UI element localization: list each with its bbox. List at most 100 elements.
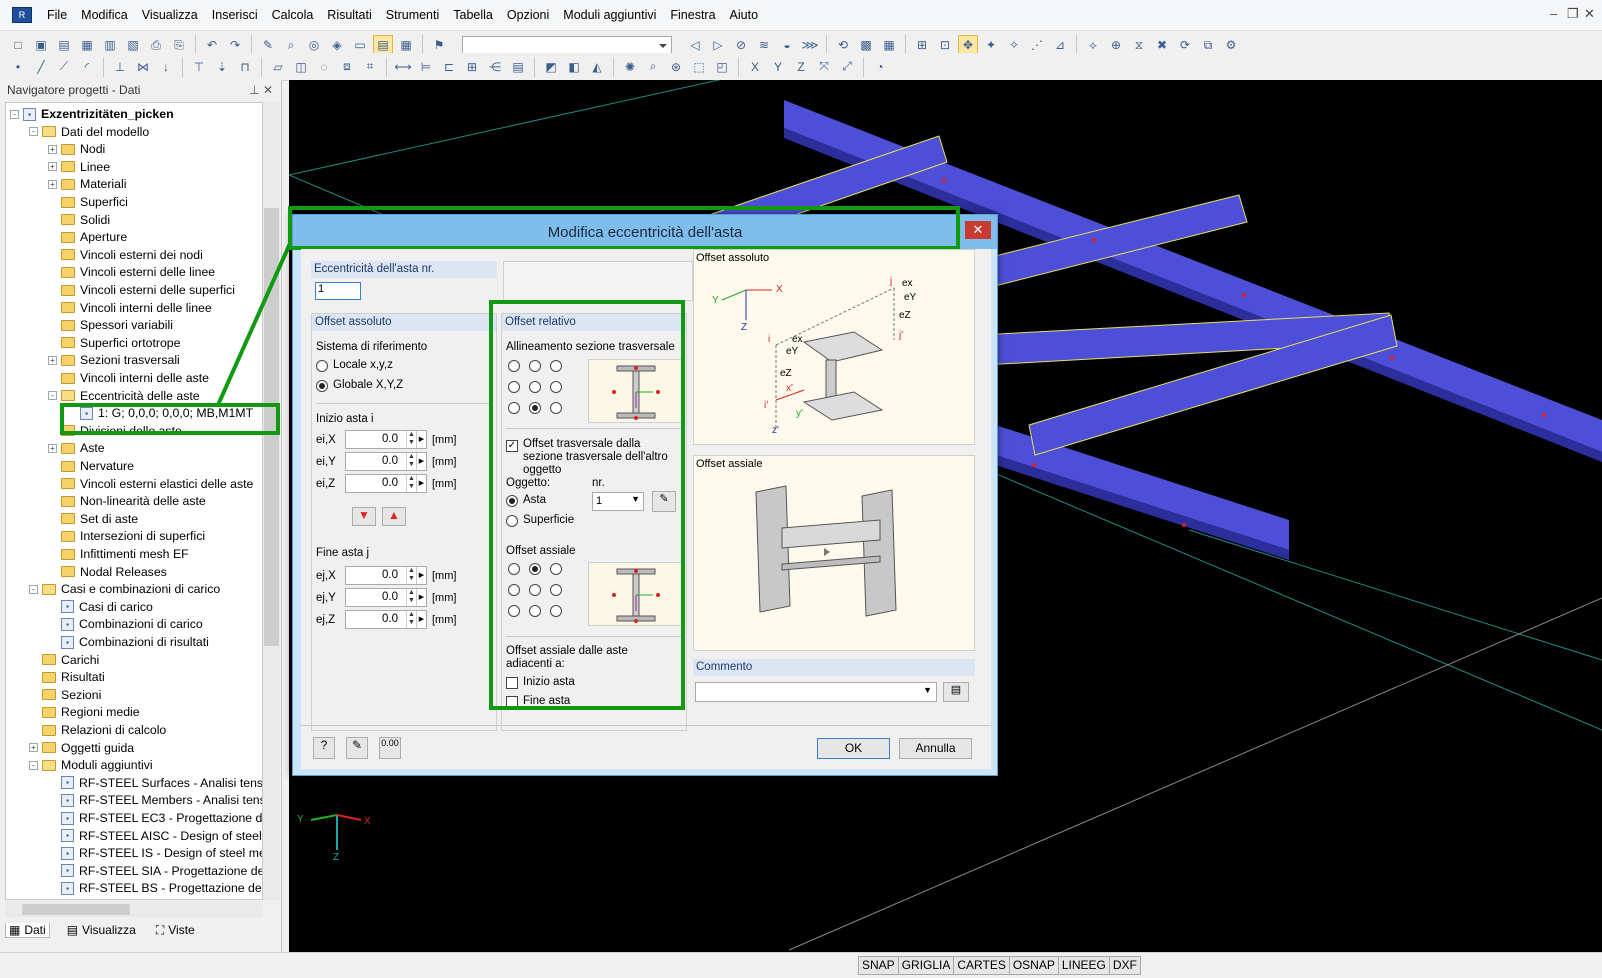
table-icon[interactable]: ▦ [879,35,899,55]
comment-input[interactable]: ▼ [695,682,937,702]
expand-icon[interactable]: + [29,743,38,753]
tree-item[interactable]: ▪ RF-STEEL BS - Progettazione delle aste [48,879,262,897]
hinge-icon[interactable]: ⋈ [133,57,153,77]
menu-tools[interactable]: Strumenti [379,0,447,31]
results-icon[interactable]: ⊘ [731,35,751,55]
solid-icon[interactable]: ◫ [291,57,311,77]
tree-item[interactable]: Vincoli esterni delle linee [48,263,215,281]
ecc-number-input[interactable]: 1 [315,282,361,300]
table-edit-icon[interactable]: ▤ [508,57,528,77]
ej-y-input[interactable]: 0.0 ▲ ▼ ▶ [345,588,427,607]
member-icon[interactable]: ⊤ [189,57,209,77]
collapse-icon[interactable]: - [48,391,57,401]
open-file-icon[interactable]: ▣ [31,35,51,55]
tree-item[interactable]: ▪ RF-STEEL IS - Design of steel members [48,844,262,862]
copy-up-button[interactable]: ▲ [382,507,406,526]
rotate-icon[interactable]: ⊕ [1106,35,1126,55]
frame-icon[interactable]: ⊓ [235,57,255,77]
tree-item[interactable]: Spessori variabili [48,316,173,334]
tree-item[interactable]: Sezioni [29,686,101,704]
menu-options[interactable]: Opzioni [500,0,556,31]
member-load-icon[interactable]: ⇣ [212,57,232,77]
surface-icon[interactable]: ⊿ [1050,35,1070,55]
previous-icon[interactable]: ◁ [685,35,705,55]
tree-item[interactable]: ▪ RF-STEEL Members - Analisi tensionali [48,791,262,809]
spread-icon[interactable]: ⋲ [485,57,505,77]
dialog-close-button[interactable]: ✕ [965,221,991,239]
comment-library-button[interactable]: ▤ [943,682,969,702]
polyline-icon[interactable]: ⟋ [54,57,74,77]
collapse-icon[interactable]: - [29,760,38,770]
tree-item[interactable]: Aperture [48,228,127,246]
zoom-extents-icon[interactable]: ⤢ [837,57,857,77]
load-case-icon[interactable]: ⚑ [429,35,449,55]
node-icon[interactable]: ✧ [1004,35,1024,55]
save-all-icon[interactable]: ▦ [77,35,97,55]
tree-item[interactable]: Risultati [29,668,105,686]
zoom-window-icon[interactable]: ⌕ [643,57,663,77]
undo-icon[interactable]: ↶ [202,35,222,55]
toggle-snap[interactable]: SNAP [858,956,899,975]
app-logo-icon[interactable]: R [12,7,32,23]
visibility-icon[interactable]: ◔ [870,57,890,77]
tree-item[interactable]: Vincoli interni delle aste [48,369,209,387]
zoom-all-icon[interactable]: ⊛ [666,57,686,77]
close-icon[interactable]: ✕ [1584,6,1595,22]
tree-item[interactable]: Superfici [48,193,128,211]
ej-x-input[interactable]: 0.0 ▲ ▼ ▶ [345,566,427,585]
expand-icon[interactable]: ▶ [416,431,426,448]
color-icon[interactable]: ◭ [587,57,607,77]
view-icon[interactable]: ◒ [777,35,797,55]
expand-icon[interactable]: ▶ [416,611,426,628]
menu-edit[interactable]: Modifica [74,0,135,31]
line-insert-icon[interactable]: ╱ [31,57,51,77]
node-insert-icon[interactable]: • [8,57,28,77]
toggle-grid[interactable]: GRIGLIA [897,956,955,975]
calc-icon[interactable]: ⟲ [833,35,853,55]
spin-arrows-icon[interactable]: ▲ ▼ [406,431,416,448]
group-icon[interactable]: ⊞ [462,57,482,77]
menu-help[interactable]: Aiuto [723,0,766,31]
tree-item[interactable]: ▪ RF-STEEL AISC - Design of steel members [48,827,262,845]
tree-item[interactable]: Nodal Releases [48,563,167,581]
toggle-lineeg[interactable]: LINEEG [1057,956,1110,975]
support-icon[interactable]: ⊥ [110,57,130,77]
menu-view[interactable]: Visualizza [135,0,205,31]
tab-display[interactable]: ▤ Visualizza [64,923,139,937]
tree-item[interactable]: ▪ RF-STEEL Surfaces - Analisi tensionali [48,774,262,792]
values-icon[interactable]: ⋙ [800,35,820,55]
render-icon[interactable]: ◧ [564,57,584,77]
axis-y-icon[interactable]: Y [768,57,788,77]
tab-data[interactable]: ▦ Dati [5,922,50,938]
spin-arrows-icon[interactable]: ▲ ▼ [406,567,416,584]
tree-item[interactable]: ▪ RF-STEEL EC3 - Progettazione degli [48,809,262,827]
ei-x-input[interactable]: 0.0 ▲ ▼ ▶ [345,430,427,449]
redo-icon[interactable]: ↷ [225,35,245,55]
tree-item[interactable]: - ▪ Exzentrizitäten_picken [10,105,174,123]
help-button[interactable]: ? [313,737,335,759]
opening-icon[interactable]: ◌ [314,57,334,77]
tree-item[interactable]: + Aste [48,439,105,457]
ej-z-input[interactable]: 0.0 ▲ ▼ ▶ [345,610,427,629]
tree-item[interactable]: - Dati del modello [29,123,149,141]
expand-icon[interactable]: + [48,355,57,365]
tree-item[interactable]: Set di aste [48,510,138,528]
select-grid-icon[interactable]: ⊞ [912,35,932,55]
mirror-icon[interactable]: ⧖ [1129,35,1149,55]
spin-arrows-icon[interactable]: ▲ ▼ [406,611,416,628]
tree-item[interactable]: - Casi e combinazioni di carico [29,580,220,598]
pick-member-icon[interactable]: ✥ [958,35,978,55]
menu-file[interactable]: File [40,0,74,31]
expand-icon[interactable]: + [48,144,57,154]
deformation-icon[interactable]: ≋ [754,35,774,55]
navigator-hscroll-thumb[interactable] [22,904,130,915]
surface-insert-icon[interactable]: ▱ [268,57,288,77]
delete-icon[interactable]: ✖ [1152,35,1172,55]
target-icon[interactable]: ◎ [304,35,324,55]
tree-item[interactable]: - Eccentricità delle aste [48,387,200,405]
next-icon[interactable]: ▷ [708,35,728,55]
tree-item[interactable]: ▪ Combinazioni di carico [48,615,203,633]
tree-item[interactable]: Non-linearità delle aste [48,492,206,510]
new-file-icon[interactable]: □ [8,35,28,55]
edit-button[interactable]: ✎ [346,737,368,759]
